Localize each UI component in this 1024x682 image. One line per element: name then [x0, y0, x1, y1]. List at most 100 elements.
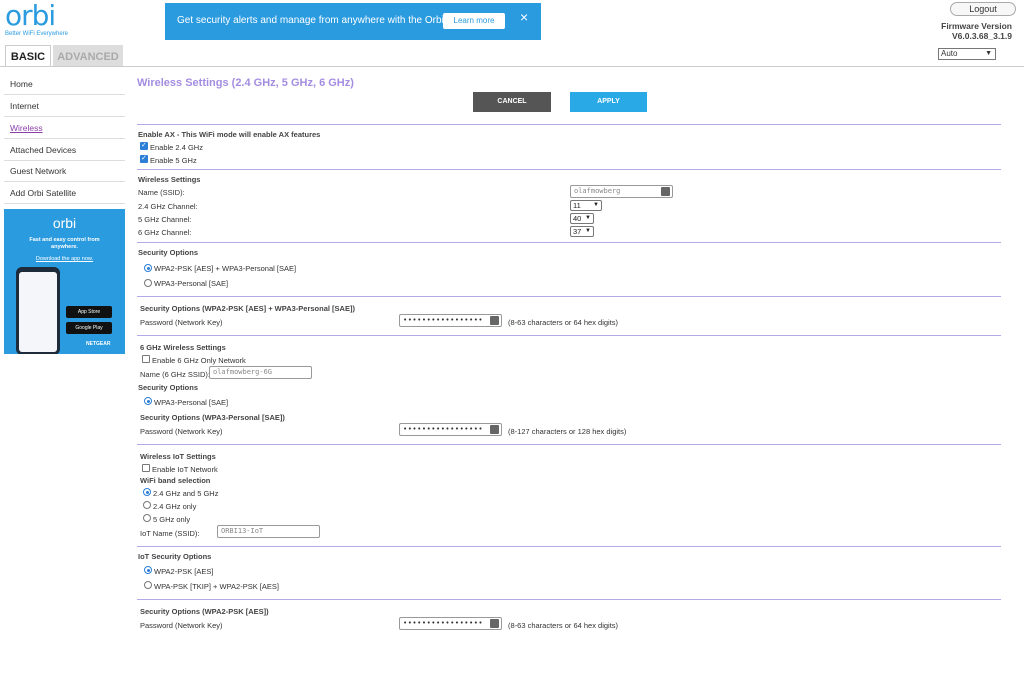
iot-wpa2-label: WPA2-PSK [AES]	[154, 567, 214, 576]
section-divider	[137, 124, 1001, 125]
iot-password-hint: (8-63 characters or 64 hex digits)	[508, 621, 619, 630]
sidebar-item-internet[interactable]: Internet	[4, 96, 125, 117]
enable-5ghz-label: Enable 5 GHz	[150, 156, 197, 165]
ghz6-password-label: Password (Network Key)	[140, 427, 223, 436]
language-select[interactable]: Auto ▼	[938, 48, 996, 60]
promo-line1: Fast and easy control from	[29, 237, 100, 243]
language-value: Auto	[941, 49, 958, 58]
iot-wpa-wpa2-radio[interactable]	[144, 581, 152, 589]
iot-password-input[interactable]: •••••••••••••••••	[399, 617, 502, 630]
chevron-down-icon: ▼	[585, 228, 591, 234]
sidebar-item-home[interactable]: Home	[4, 74, 125, 95]
security-wpa2-wpa3-radio[interactable]	[144, 264, 152, 272]
apply-button[interactable]: APPLY	[570, 92, 647, 112]
section-divider	[137, 599, 1001, 600]
security-wpa2-wpa3-label: WPA2-PSK [AES] + WPA3-Personal [SAE]	[154, 264, 297, 273]
password-hint: (8-63 characters or 64 hex digits)	[508, 318, 619, 327]
app-promo-banner[interactable]: orbi Fast and easy control from anywhere…	[4, 209, 125, 354]
ssid-label: Name (SSID):	[138, 188, 185, 197]
firmware-label: Firmware Version	[941, 21, 1012, 31]
band-24-label: 2.4 GHz only	[153, 502, 197, 511]
band-24-5-radio[interactable]	[143, 488, 151, 496]
channel-5-select[interactable]: 40 ▼	[570, 213, 594, 224]
keyboard-icon[interactable]	[490, 316, 499, 325]
chevron-down-icon: ▼	[985, 50, 992, 57]
enable-5ghz-checkbox[interactable]	[140, 154, 148, 163]
chevron-down-icon: ▼	[585, 215, 591, 221]
ghz6-wpa3-label: WPA3-Personal [SAE]	[154, 398, 229, 407]
promo-line2: anywhere.	[51, 244, 78, 250]
keyboard-icon[interactable]	[661, 187, 670, 196]
enable-iot-checkbox[interactable]	[142, 464, 150, 472]
enable-6ghz-only-checkbox[interactable]	[142, 355, 150, 363]
section-divider	[137, 296, 1001, 297]
logo-word: orbi	[5, 0, 56, 32]
channel-6-label: 6 GHz Channel:	[138, 228, 192, 237]
ax-header: Enable AX - This WiFi mode will enable A…	[138, 130, 321, 139]
sidebar-item-wireless[interactable]: Wireless	[4, 118, 125, 139]
enable-iot-label: Enable IoT Network	[152, 465, 218, 474]
app-store-badge[interactable]: App Store	[66, 306, 112, 318]
sidebar-item-add-satellite[interactable]: Add Orbi Satellite	[4, 183, 125, 204]
channel-5-label: 5 GHz Channel:	[138, 215, 192, 224]
cancel-button[interactable]: CANCEL	[473, 92, 551, 112]
learn-more-button[interactable]: Learn more	[443, 13, 505, 29]
band-24-5-label: 2.4 GHz and 5 GHz	[153, 489, 219, 498]
keyboard-icon[interactable]	[490, 425, 499, 434]
tab-advanced[interactable]: ADVANCED	[53, 45, 123, 67]
ghz6-password-hint: (8-127 characters or 128 hex digits)	[508, 427, 627, 436]
iot-ssid-value: ORBI13-IoT	[221, 527, 264, 535]
ghz6-header: 6 GHz Wireless Settings	[140, 343, 226, 352]
netgear-logo: NETGEAR	[86, 341, 111, 347]
ghz6-ssid-input[interactable]: olafmowberg-6G	[209, 366, 312, 379]
security-options-header: Security Options	[138, 248, 199, 257]
band-5-radio[interactable]	[143, 514, 151, 522]
google-play-badge[interactable]: Google Play	[66, 322, 112, 334]
ghz6-ssid-value: olafmowberg-6G	[213, 368, 273, 376]
iot-security-detail-header: Security Options (WPA2-PSK [AES])	[140, 607, 269, 616]
band-5-label: 5 GHz only	[153, 515, 191, 524]
sidebar-item-attached-devices[interactable]: Attached Devices	[4, 140, 125, 161]
security-wpa3-radio[interactable]	[144, 279, 152, 287]
enable-24ghz-label: Enable 2.4 GHz	[150, 143, 203, 152]
keyboard-icon[interactable]	[490, 619, 499, 628]
ghz6-password-input[interactable]: •••••••••••••••••	[399, 423, 502, 436]
close-icon[interactable]: ×	[520, 9, 528, 25]
enable-24ghz-checkbox[interactable]	[140, 141, 148, 150]
ghz6-wpa3-radio[interactable]	[144, 397, 152, 405]
band-selection-header: WiFi band selection	[140, 476, 211, 485]
iot-password-value: •••••••••••••••••	[403, 619, 484, 627]
password-input[interactable]: •••••••••••••••••	[399, 314, 502, 327]
ssid-value: olafmowberg	[574, 187, 621, 195]
tab-basic[interactable]: BASIC	[5, 45, 51, 67]
wireless-settings-header: Wireless Settings	[138, 175, 201, 184]
channel-24-value: 11	[573, 201, 581, 210]
iot-ssid-label: IoT Name (SSID):	[140, 529, 200, 538]
iot-wpa2-radio[interactable]	[144, 566, 152, 574]
channel-6-value: 37	[573, 227, 582, 236]
banner-text: Get security alerts and manage from anyw…	[177, 15, 467, 26]
chevron-down-icon: ▼	[593, 202, 599, 208]
logo-tagline: Better WiFi Everywhere	[5, 31, 69, 37]
ghz6-security-header: Security Options	[138, 383, 199, 392]
iot-wpa-wpa2-label: WPA-PSK [TKIP] + WPA2-PSK [AES]	[154, 582, 279, 591]
firmware-version: Firmware Version V6.0.3.68_3.1.9	[900, 21, 1012, 41]
sidebar-item-guest-network[interactable]: Guest Network	[4, 161, 125, 182]
channel-24-select[interactable]: 11 ▼	[570, 200, 602, 211]
section-divider	[137, 546, 1001, 547]
logout-button[interactable]: Logout	[950, 2, 1016, 16]
header-divider	[0, 66, 1024, 67]
firmware-value: V6.0.3.68_3.1.9	[951, 31, 1012, 41]
section-divider	[137, 444, 1001, 445]
band-24-radio[interactable]	[143, 501, 151, 509]
channel-6-select[interactable]: 37 ▼	[570, 226, 594, 237]
app-banner: Get security alerts and manage from anyw…	[165, 3, 541, 40]
security-wpa3-label: WPA3-Personal [SAE]	[154, 279, 229, 288]
iot-header: Wireless IoT Settings	[140, 452, 216, 461]
channel-5-value: 40	[573, 214, 582, 223]
ssid-input[interactable]: olafmowberg	[570, 185, 673, 198]
security-detail-header: Security Options (WPA2-PSK [AES] + WPA3-…	[140, 304, 355, 313]
iot-ssid-input[interactable]: ORBI13-IoT	[217, 525, 320, 538]
password-label: Password (Network Key)	[140, 318, 223, 327]
promo-download-link[interactable]: Download the app now.	[4, 256, 125, 262]
